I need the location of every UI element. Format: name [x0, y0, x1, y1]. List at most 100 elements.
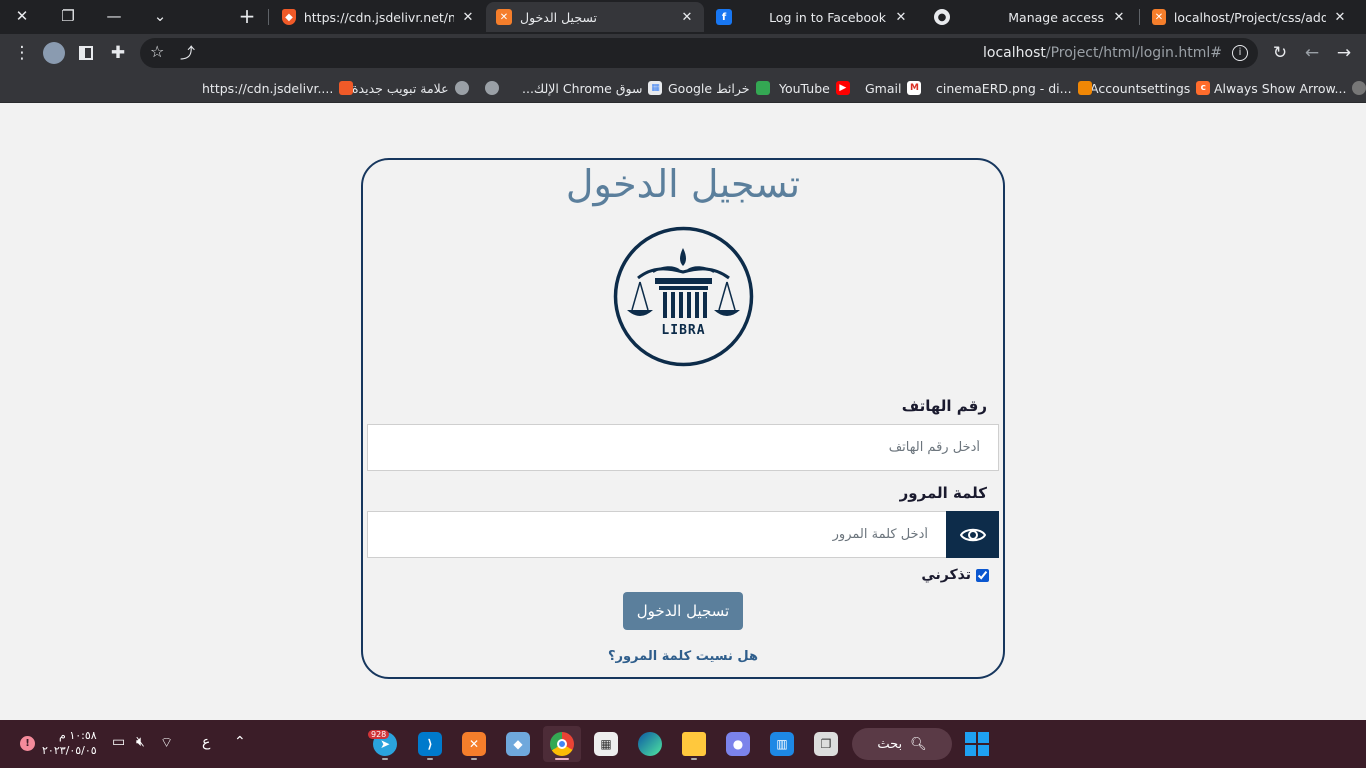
bookmark-label: علامة تبويب جديدة — [352, 80, 449, 96]
tab-github-manage-access[interactable]: ● Manage access ✕ — [924, 2, 1136, 32]
chat-icon: ● — [726, 732, 750, 756]
taskbar-chrome[interactable] — [543, 726, 581, 762]
page-title: تسجيل الدخول — [565, 162, 801, 206]
reload-icon[interactable]: ↻ — [1266, 39, 1294, 67]
login-card: تسجيل الدخول LIBRA رقم الهاتف كلمة المرو… — [361, 158, 1005, 679]
telegram-badge: 928 — [368, 730, 390, 739]
profile-avatar[interactable] — [40, 39, 68, 67]
site-info-icon[interactable]: i — [1232, 45, 1248, 61]
remember-me-checkbox[interactable] — [976, 568, 989, 582]
bookmark-star-icon[interactable]: ☆ — [150, 42, 164, 61]
bookmark-youtube[interactable]: YouTube ▶ — [779, 78, 850, 98]
close-tab-icon[interactable]: ✕ — [1334, 10, 1346, 25]
restore-window-icon[interactable]: ❐ — [54, 4, 82, 28]
address-bar[interactable]: ☆ ⤴ localhost/Project/html/login.html# i — [140, 38, 1258, 68]
gmail-icon: M — [907, 81, 922, 95]
taskbar-vscode[interactable]: ⟩ — [411, 726, 449, 762]
bookmark-chrome-webstore[interactable]: ▦ سوق Chrome الإلك... — [522, 78, 663, 98]
forgot-password-link[interactable]: هل نسيت كلمة المرور؟ — [363, 649, 1003, 664]
url-host: localhost — [983, 45, 1046, 61]
language-indicator[interactable]: ع — [202, 734, 210, 750]
battery-icon[interactable]: ▭ — [112, 734, 125, 750]
bookmark-label: Accountsettings — [1090, 80, 1191, 96]
magnifier-icon: 🔍︎ — [910, 736, 927, 752]
taskbar-xampp[interactable]: ✕ — [455, 726, 493, 762]
globe-icon — [454, 81, 469, 95]
search-label: بحث — [877, 736, 903, 752]
brave-shield-icon: ◆ — [282, 9, 296, 25]
tab-title: Manage access — [1008, 9, 1104, 25]
wifi-icon[interactable]: ⌔ — [160, 734, 173, 752]
cpanel-icon: c — [1196, 81, 1211, 95]
close-window-icon[interactable]: ✕ — [8, 4, 36, 28]
password-input[interactable] — [367, 511, 946, 558]
side-panel-icon[interactable] — [72, 39, 100, 67]
new-tab-plus-icon[interactable]: + — [233, 4, 261, 28]
close-tab-icon[interactable]: ✕ — [894, 10, 908, 25]
toggle-password-button[interactable] — [946, 511, 999, 558]
minimize-window-icon[interactable]: — — [100, 4, 128, 28]
bookmark-cinema-erd[interactable]: cinemaERD.png - di... — [936, 78, 1092, 98]
tab-cdn-jsdelivr[interactable]: ◆ https://cdn.jsdelivr.net/npm/ ✕ — [272, 2, 484, 32]
bookmark-google-maps[interactable]: خرائط Google — [668, 78, 770, 98]
taskbar-task-view[interactable]: ❐ — [807, 726, 845, 762]
close-tab-icon[interactable]: ✕ — [680, 10, 694, 25]
bookmark-cdn-jsdelivr[interactable]: https://cdn.jsdelivr.... — [202, 78, 354, 98]
extensions-puzzle-icon[interactable]: ✚ — [104, 39, 132, 67]
close-tab-icon[interactable]: ✕ — [1112, 10, 1126, 25]
bookmark-label: سوق Chrome الإلك... — [522, 80, 643, 96]
notification-icon[interactable]: ! — [20, 736, 35, 751]
tab-localhost-css[interactable]: ✕ localhost/Project/css/add_ac ✕ — [1142, 2, 1356, 32]
taskbar-telegram[interactable]: ➤ 928 — [366, 726, 404, 762]
taskbar-virtualbox[interactable]: ◆ — [499, 726, 537, 762]
taskbar-widgets[interactable]: ▥ — [763, 726, 801, 762]
bookmarks-bar: Always Show Arrow... Accountsettings c c… — [0, 72, 1366, 103]
taskbar-search[interactable]: 🔍︎ بحث — [852, 728, 952, 760]
close-tab-icon[interactable]: ✕ — [462, 10, 474, 25]
url-text: localhost/Project/html/login.html# — [983, 45, 1222, 61]
edge-icon — [638, 732, 662, 756]
url-path: /Project/html/login.html# — [1045, 45, 1222, 61]
puzzle-icon — [1352, 81, 1366, 95]
github-icon: ● — [934, 9, 950, 25]
xampp-icon: ✕ — [462, 732, 486, 756]
clock-date: ٢٠٢٣/٠٥/٠٥ — [42, 744, 97, 757]
tab-separator — [1139, 9, 1140, 25]
brave-shield-icon — [339, 81, 354, 95]
logo-text: LIBRA — [661, 323, 705, 338]
speaker-muted-icon[interactable]: 🔇︎ — [136, 734, 145, 750]
taskbar-store[interactable]: ▦ — [587, 726, 625, 762]
youtube-icon: ▶ — [835, 81, 850, 95]
phone-input[interactable] — [367, 424, 999, 471]
widgets-icon: ▥ — [770, 732, 794, 756]
back-arrow-icon[interactable]: ← — [1298, 39, 1326, 67]
password-group — [367, 511, 999, 558]
share-icon[interactable]: ⤴ — [180, 42, 195, 63]
forward-arrow-icon[interactable]: → — [1330, 39, 1358, 67]
webstore-icon: ▦ — [648, 81, 663, 95]
tab-search-chevron-icon[interactable]: ⌄ — [146, 4, 174, 28]
tab-facebook[interactable]: f Log in to Facebook ✕ — [706, 2, 918, 32]
chevron-up-icon[interactable]: ⌃ — [234, 734, 246, 750]
maps-icon — [755, 81, 770, 95]
system-clock[interactable]: ١٠:٥٨ م ٢٠٢٣/٠٥/٠٥ — [42, 728, 97, 758]
bookmark-label: cinemaERD.png - di... — [936, 80, 1072, 96]
bookmark-gmail[interactable]: Gmail M — [865, 78, 922, 98]
taskbar-edge[interactable] — [631, 726, 669, 762]
windows-start-button[interactable] — [965, 732, 989, 756]
bookmark-globe[interactable] — [485, 78, 499, 98]
vscode-icon: ⟩ — [418, 732, 442, 756]
taskbar-teams-chat[interactable]: ● — [719, 726, 757, 762]
bookmark-new-tab[interactable]: علامة تبويب جديدة — [352, 78, 469, 98]
browser-tab-strip: ✕ ❐ — ⌄ + ◆ https://cdn.jsdelivr.net/npm… — [0, 0, 1366, 34]
task-view-icon: ❐ — [814, 732, 838, 756]
bookmark-always-show-arrow[interactable]: Always Show Arrow... — [1214, 78, 1366, 98]
kebab-menu-icon[interactable]: ⋮ — [8, 39, 36, 67]
tab-title: localhost/Project/css/add_ac — [1173, 9, 1326, 25]
password-label: كلمة المرور — [899, 484, 987, 502]
bookmark-accountsettings[interactable]: Accountsettings c — [1090, 78, 1211, 98]
tab-login-active[interactable]: ✕ تسجيل الدخول ✕ — [486, 2, 704, 32]
login-submit-button[interactable]: تسجيل الدخول — [623, 592, 743, 630]
bookmark-label: YouTube — [779, 80, 830, 96]
taskbar-file-explorer[interactable] — [675, 726, 713, 762]
